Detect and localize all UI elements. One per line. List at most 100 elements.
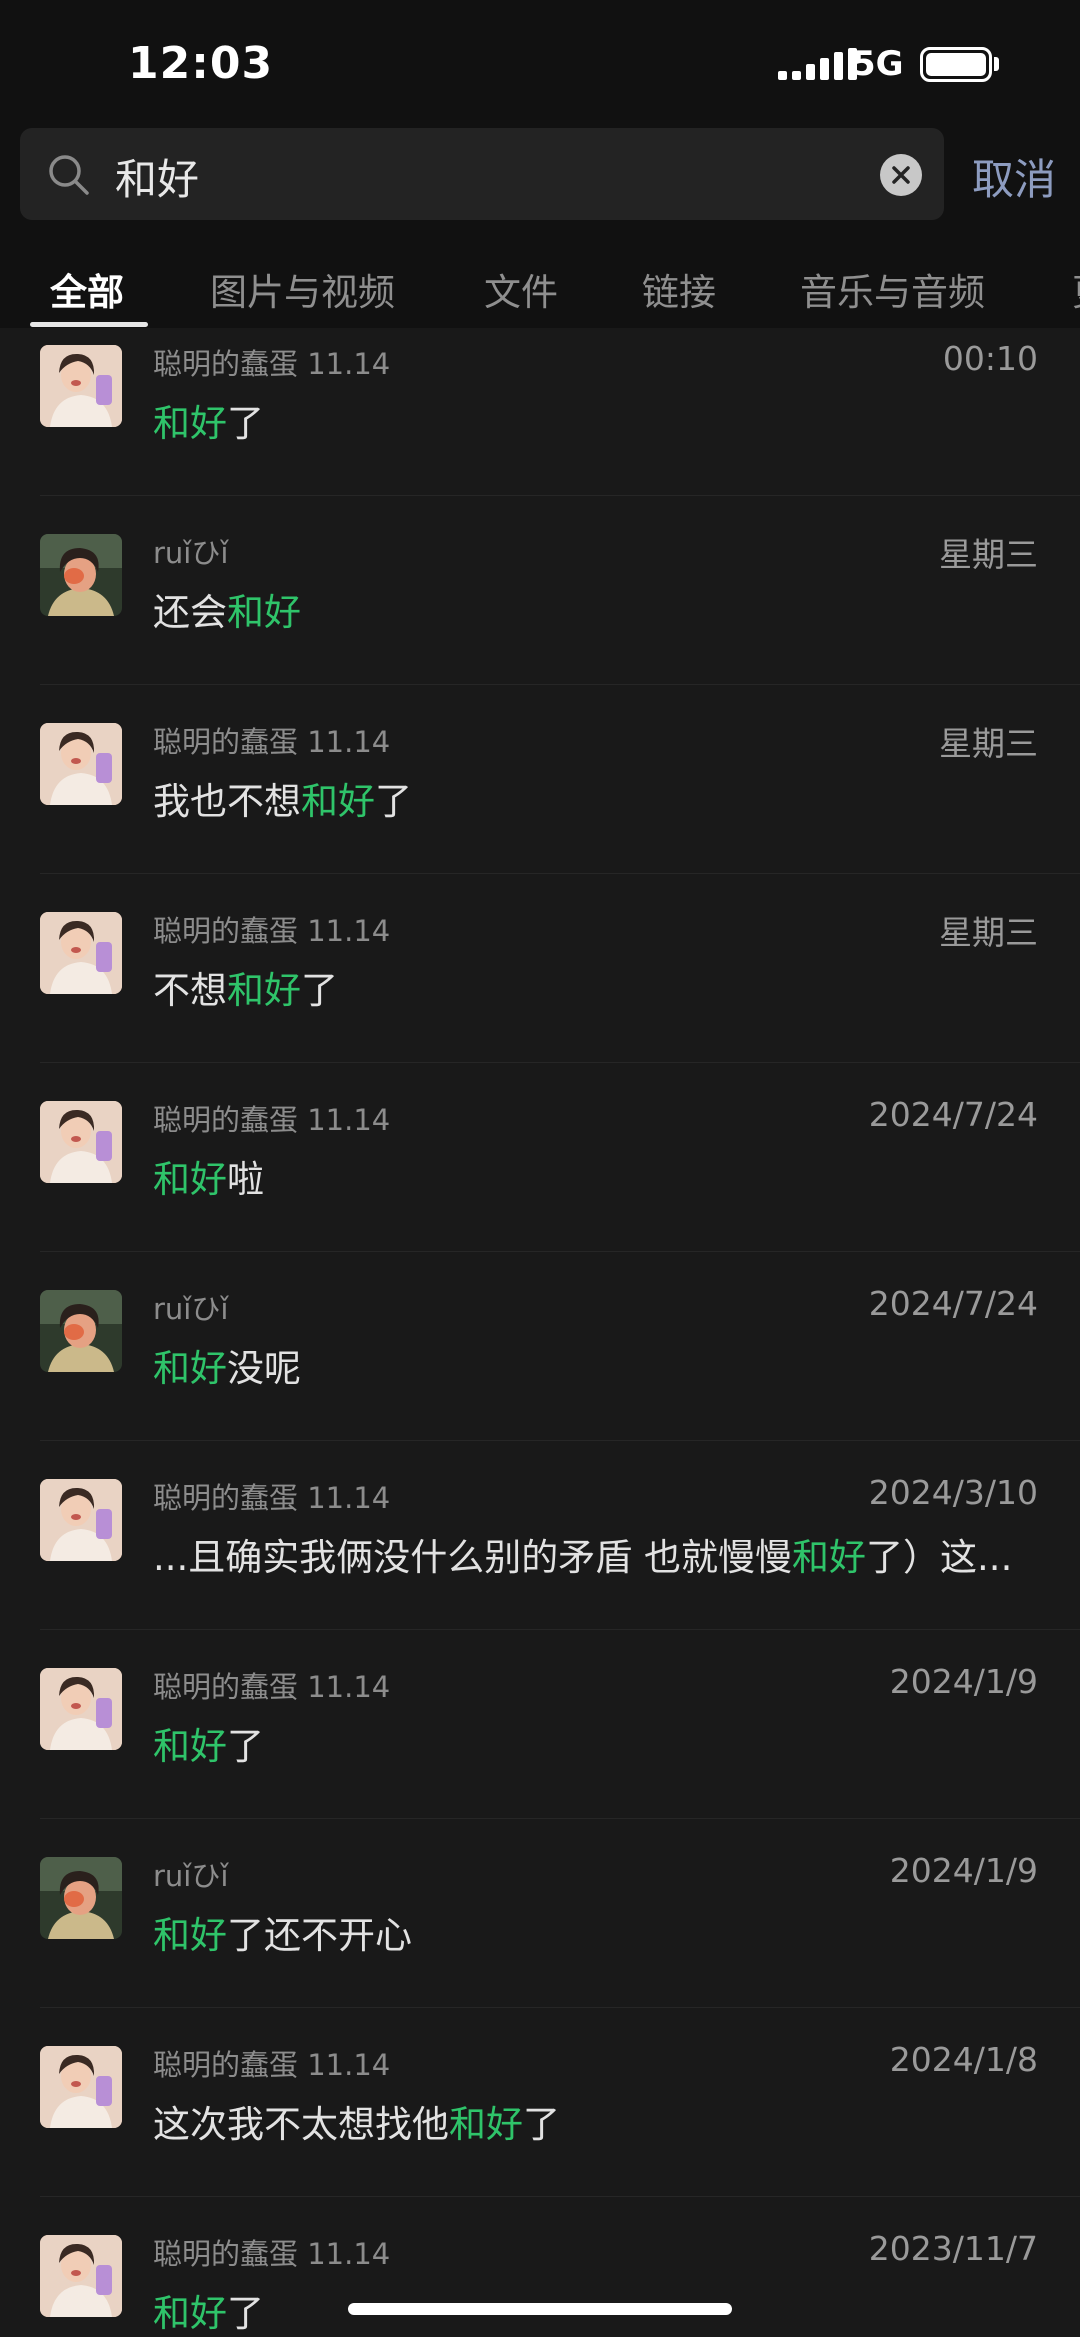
sender-name: 聪明的蠢蛋 11.14 — [153, 1481, 391, 1515]
network-type: 5G — [852, 44, 904, 84]
snippet-highlight: 和好 — [153, 1914, 227, 1957]
avatar — [40, 2046, 122, 2128]
snippet-after: 啦 — [227, 1158, 264, 1201]
snippet-before: ...且确实我俩没什么别的矛盾 也就慢慢 — [153, 1536, 793, 1579]
avatar — [40, 1101, 122, 1183]
message-snippet: 这次我不太想找他和好了 — [153, 2094, 1033, 2148]
snippet-after: 没呢 — [227, 1347, 301, 1390]
sender-name: 聪明的蠢蛋 11.14 — [153, 1670, 391, 1704]
snippet-after: 了 — [375, 780, 412, 823]
message-time: 星期三 — [939, 913, 1038, 952]
result-row[interactable]: 聪明的蠢蛋 11.14 星期三不想和好了 — [0, 874, 1080, 1063]
results-list: 聪明的蠢蛋 11.14 00:10 和好了 ruǐひǐ 星期三 还会和好 聪明的蠢蛋 11.… — [0, 328, 1080, 2337]
status-bar: 12:03 5G — [0, 0, 1080, 128]
search-input[interactable]: 和好 — [20, 128, 944, 220]
avatar — [40, 912, 122, 994]
sender-name: ruǐひǐ — [153, 1292, 229, 1326]
result-row[interactable]: 聪明的蠢蛋 11.14 2024/1/9 和好了 — [0, 1630, 1080, 1819]
search-header: 和好 取消 — [0, 128, 1080, 234]
snippet-highlight: 和好 — [301, 780, 375, 823]
result-row[interactable]: 聪明的蠢蛋 11.14 2023/11/7 和好了 — [0, 2197, 1080, 2337]
sender-name: 聪明的蠢蛋 11.14 — [153, 1103, 391, 1137]
snippet-before: 这次我不太想找他 — [153, 2103, 449, 2146]
status-time: 12:03 — [128, 38, 274, 89]
snippet-after: 了 — [227, 402, 264, 445]
sender-name: 聪明的蠢蛋 11.14 — [153, 914, 391, 948]
search-results-screen: 12:03 5G 和好 取消 全部 图片与视频 文件 链接 音乐与音频 聪明的蠢… — [0, 0, 1080, 2337]
message-snippet: 和好了还不开心 — [153, 1905, 1033, 1959]
snippet-after: 了 — [227, 1725, 264, 1768]
avatar — [40, 1479, 122, 1561]
active-tab-indicator — [30, 322, 148, 327]
snippet-highlight: 和好 — [227, 591, 301, 634]
snippet-highlight: 和好 — [153, 1347, 227, 1390]
cancel-button[interactable]: 取消 — [972, 146, 1056, 207]
tab-files[interactable]: 文件 — [484, 262, 558, 316]
snippet-highlight: 和好 — [792, 1536, 867, 1579]
filter-tabs: 全部 图片与视频 文件 链接 音乐与音频 更 — [0, 234, 1080, 328]
result-row[interactable]: 聪明的蠢蛋 11.14 2024/1/8 这次我不太想找他和好了 — [0, 2008, 1080, 2197]
message-time: 2023/11/7 — [868, 2229, 1038, 2268]
snippet-highlight: 和好 — [153, 402, 227, 445]
message-snippet: 和好了 — [153, 1716, 1033, 1770]
tab-links[interactable]: 链接 — [642, 262, 716, 316]
battery-icon — [920, 47, 992, 82]
message-snippet: 我也不想和好了 — [153, 771, 1033, 825]
snippet-after: 了 — [227, 2292, 264, 2335]
message-time: 2024/7/24 — [868, 1284, 1038, 1323]
message-snippet: 和好啦 — [153, 1149, 1033, 1203]
result-row[interactable]: 聪明的蠢蛋 11.14 2024/7/24 和好啦 — [0, 1063, 1080, 1252]
result-row[interactable]: 聪明的蠢蛋 11.14 星期三我也不想和好了 — [0, 685, 1080, 874]
home-indicator[interactable] — [348, 2303, 732, 2315]
snippet-after: 了还不开心 — [227, 1914, 412, 1957]
message-time: 00:10 — [942, 339, 1038, 378]
sender-name: 聪明的蠢蛋 11.14 — [153, 2237, 391, 2271]
avatar — [40, 1668, 122, 1750]
avatar — [40, 1857, 122, 1939]
tab-all[interactable]: 全部 — [50, 262, 124, 316]
message-snippet: 不想和好了 — [153, 960, 1033, 1014]
battery-tip — [994, 57, 999, 71]
search-icon — [49, 155, 89, 195]
sender-name: ruǐひǐ — [153, 536, 229, 570]
snippet-highlight: 和好 — [227, 969, 301, 1012]
message-snippet: 还会和好 — [153, 582, 1033, 636]
snippet-highlight: 和好 — [153, 1158, 227, 1201]
avatar — [40, 345, 122, 427]
avatar — [40, 2235, 122, 2317]
result-row[interactable]: 聪明的蠢蛋 11.14 00:10 和好了 — [0, 328, 1080, 496]
message-time: 星期三 — [939, 724, 1038, 763]
snippet-after: 了）这... — [866, 1536, 1013, 1579]
message-time: 2024/1/9 — [889, 1851, 1038, 1890]
snippet-after: 了 — [301, 969, 338, 1012]
cellular-signal-icon — [778, 48, 857, 80]
sender-name: ruǐひǐ — [153, 1859, 229, 1893]
snippet-after: 了 — [523, 2103, 560, 2146]
message-time: 2024/1/8 — [889, 2040, 1038, 2079]
message-snippet: ...且确实我俩没什么别的矛盾 也就慢慢和好了）这... — [153, 1527, 1033, 1581]
tab-more-partial[interactable]: 更 — [1072, 262, 1080, 316]
message-time: 2024/7/24 — [868, 1095, 1038, 1134]
snippet-before: 还会 — [153, 591, 227, 634]
result-row[interactable]: ruǐひǐ 2024/1/9 和好了还不开心 — [0, 1819, 1080, 2008]
clear-search-icon[interactable] — [880, 154, 922, 196]
snippet-before: 我也不想 — [153, 780, 301, 823]
tab-music-audio[interactable]: 音乐与音频 — [800, 262, 985, 316]
avatar — [40, 723, 122, 805]
message-snippet: 和好没呢 — [153, 1338, 1033, 1392]
message-time: 2024/3/10 — [868, 1473, 1038, 1512]
sender-name: 聪明的蠢蛋 11.14 — [153, 347, 391, 381]
result-row[interactable]: 聪明的蠢蛋 11.14 2024/3/10 ...且确实我俩没什么别的矛盾 也就慢慢… — [0, 1441, 1080, 1630]
message-snippet: 和好了 — [153, 393, 1033, 447]
snippet-highlight: 和好 — [153, 2292, 227, 2335]
snippet-highlight: 和好 — [153, 1725, 227, 1768]
avatar — [40, 534, 122, 616]
result-row[interactable]: ruǐひǐ 2024/7/24 和好没呢 — [0, 1252, 1080, 1441]
tab-images-videos[interactable]: 图片与视频 — [210, 262, 395, 316]
message-time: 2024/1/9 — [889, 1662, 1038, 1701]
search-query: 和好 — [115, 155, 200, 204]
sender-name: 聪明的蠢蛋 11.14 — [153, 2048, 391, 2082]
snippet-highlight: 和好 — [449, 2103, 523, 2146]
result-row[interactable]: ruǐひǐ 星期三 还会和好 — [0, 496, 1080, 685]
sender-name: 聪明的蠢蛋 11.14 — [153, 725, 391, 759]
